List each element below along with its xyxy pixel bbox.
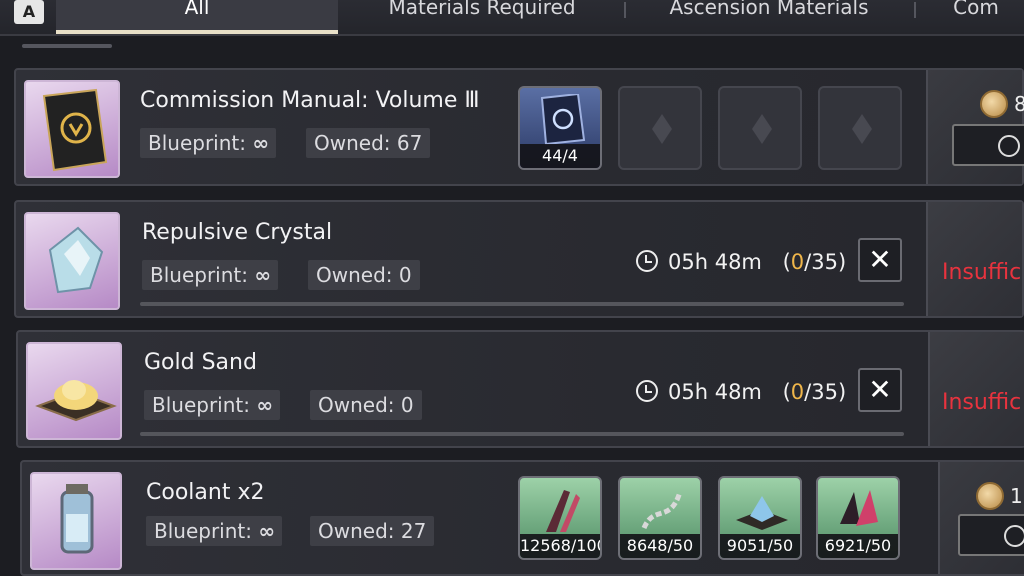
blueprint-badge: Blueprint: ∞ [142, 260, 279, 290]
craft-button[interactable] [952, 124, 1024, 166]
owned-badge: Owned: 67 [306, 128, 431, 158]
row-action-panel: 8 [926, 70, 1024, 184]
list-item[interactable]: Commission Manual: Volume Ⅲ Blueprint: ∞… [14, 68, 1024, 186]
crystal-material-icon [736, 496, 788, 530]
item-title: Gold Sand [144, 350, 257, 375]
material-slot[interactable]: 9051/50 [718, 476, 802, 560]
craft-button[interactable] [958, 514, 1024, 556]
tab-key-hint: A [14, 0, 44, 24]
material-slot[interactable]: 8648/50 [618, 476, 702, 560]
material-count: 12568/100 [520, 534, 600, 558]
status-insufficient: Insuffic [942, 260, 1022, 285]
infinity-icon: ∞ [254, 263, 271, 287]
empty-material-slot [818, 86, 902, 170]
tab-bar: A All Materials Required Ascension Mater… [0, 0, 1024, 36]
tab-com[interactable]: Com [916, 0, 1024, 34]
empty-slot-icon [752, 114, 772, 144]
scroll-indicator [22, 44, 112, 48]
craft-icon [1004, 525, 1024, 547]
material-count: 44/4 [520, 144, 600, 168]
infinity-icon: ∞ [258, 519, 275, 543]
coolant-thumbnail [30, 472, 122, 570]
status-insufficient: Insuffic [942, 390, 1022, 415]
blueprint-badge: Blueprint: ∞ [140, 128, 277, 158]
cancel-button[interactable]: ✕ [858, 238, 902, 282]
owned-badge: Owned: 27 [310, 516, 435, 546]
tab-materials-required[interactable]: Materials Required [340, 0, 624, 34]
list-item[interactable]: Gold Sand Blueprint: ∞ Owned: 0 05h 48m … [16, 330, 1024, 448]
infinity-icon: ∞ [252, 131, 269, 155]
clock-icon [636, 380, 658, 402]
progress-bar [140, 432, 904, 436]
craft-timer: 05h 48m (0/35) [636, 250, 846, 274]
item-title: Coolant x2 [146, 480, 265, 505]
material-slot[interactable]: 12568/100 [518, 476, 602, 560]
progress-bar [140, 302, 904, 306]
material-count: 8648/50 [620, 534, 700, 558]
empty-material-slot [618, 86, 702, 170]
list-item[interactable]: Repulsive Crystal Blueprint: ∞ Owned: 0 … [14, 200, 1024, 318]
material-count: 9051/50 [720, 534, 800, 558]
material-slot[interactable]: 44/4 [518, 86, 602, 170]
owned-badge: Owned: 0 [310, 390, 422, 420]
row-status-panel: Insuffic [926, 202, 1022, 316]
empty-slot-icon [852, 114, 872, 144]
row-status-panel: Insuffic [928, 332, 1024, 446]
cancel-button[interactable]: ✕ [858, 368, 902, 412]
commission-manual-thumbnail [24, 80, 120, 178]
list-item[interactable]: Coolant x2 Blueprint: ∞ Owned: 27 12568/… [20, 460, 1024, 576]
repulsive-crystal-thumbnail [24, 212, 120, 310]
cost-value: 10 [1010, 484, 1024, 508]
claw-material-icon [840, 490, 878, 526]
tab-all[interactable]: All [56, 0, 338, 34]
item-title: Commission Manual: Volume Ⅲ [140, 88, 480, 113]
material-slot[interactable]: 6921/50 [816, 476, 900, 560]
coin-icon [976, 482, 1004, 510]
blade-material-icon [546, 490, 580, 532]
infinity-icon: ∞ [256, 393, 273, 417]
item-title: Repulsive Crystal [142, 220, 333, 245]
craft-icon [998, 135, 1020, 157]
coin-icon [980, 90, 1008, 118]
clock-icon [636, 250, 658, 272]
cost-value: 8 [1014, 92, 1024, 116]
blueprint-badge: Blueprint: ∞ [144, 390, 281, 420]
empty-material-slot [718, 86, 802, 170]
craft-timer: 05h 48m (0/35) [636, 380, 846, 404]
owned-badge: Owned: 0 [308, 260, 420, 290]
material-count: 6921/50 [818, 534, 898, 558]
gold-sand-thumbnail [26, 342, 122, 440]
tab-ascension-materials[interactable]: Ascension Materials [626, 0, 912, 34]
blueprint-badge: Blueprint: ∞ [146, 516, 283, 546]
empty-slot-icon [652, 114, 672, 144]
row-action-panel: 10 [938, 462, 1024, 574]
chain-material-icon [641, 491, 683, 530]
